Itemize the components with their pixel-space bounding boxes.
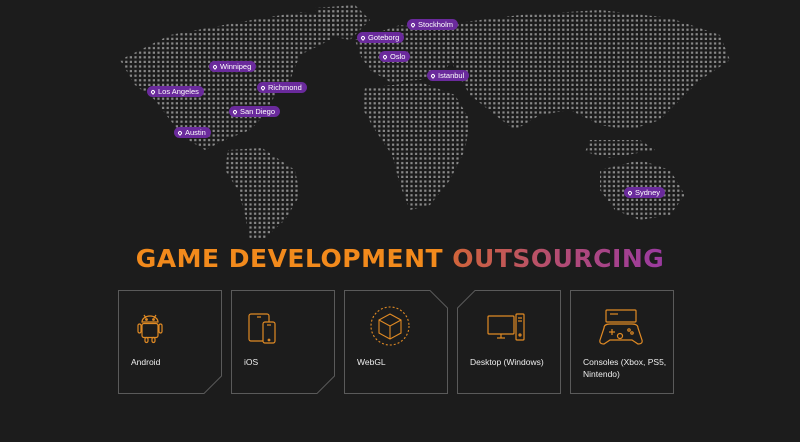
location-label: Sydney <box>635 188 661 197</box>
map-pin-icon <box>360 34 366 41</box>
console-icon <box>596 306 643 346</box>
ios-devices-icon <box>243 308 283 348</box>
location-label: Winnipeg <box>220 62 252 71</box>
location-pin-richmond[interactable]: Richmond <box>257 82 307 93</box>
location-label: Los Angeles <box>158 87 199 96</box>
headline-part2: OUTSOURCING <box>452 244 665 273</box>
platform-label: Desktop (Windows) <box>470 357 544 367</box>
headline-part1: GAME DEVELOPMENT <box>135 244 453 273</box>
platform-card-consoles[interactable]: Consoles (Xbox, PS5, Nintendo) <box>570 290 674 394</box>
continent-south-america <box>225 148 300 240</box>
location-label: Richmond <box>268 83 302 92</box>
map-pin-icon <box>627 189 633 196</box>
location-label: San Diego <box>240 107 276 116</box>
platform-label: Consoles (Xbox, PS5, Nintendo) <box>583 357 667 379</box>
location-label: Oslo <box>390 52 406 61</box>
platform-card-desktop[interactable]: Desktop (Windows) <box>457 290 561 394</box>
location-pin-oslo[interactable]: Oslo <box>379 51 411 62</box>
platform-card-webgl[interactable]: WebGL <box>344 290 448 394</box>
map-pin-icon <box>430 72 436 79</box>
webgl-cube-icon <box>368 304 410 346</box>
platform-card-ios[interactable]: iOS <box>231 290 335 394</box>
location-label: Goteborg <box>368 33 400 42</box>
location-pin-istanbul[interactable]: Istanbul <box>427 70 470 81</box>
platform-label: Android <box>131 357 161 367</box>
map-pin-icon <box>212 63 218 70</box>
location-label: Stockholm <box>418 20 454 29</box>
page-headline: GAME DEVELOPMENT OUTSOURCING <box>0 244 800 273</box>
location-label: Istanbul <box>438 71 465 80</box>
map-pin-icon <box>177 129 183 136</box>
map-pin-icon <box>410 21 416 28</box>
continent-asia <box>440 10 730 130</box>
location-pin-winnipeg[interactable]: Winnipeg <box>209 61 257 72</box>
platform-card-android[interactable]: Android <box>118 290 222 394</box>
location-pin-stockholm[interactable]: Stockholm <box>407 19 459 30</box>
android-icon <box>130 308 170 348</box>
location-pin-los-angeles[interactable]: Los Angeles <box>147 86 204 97</box>
continent-north-america <box>120 12 340 150</box>
map-pin-icon <box>260 84 266 91</box>
map-pin-icon <box>232 108 238 115</box>
map-pin-icon <box>150 88 156 95</box>
location-pin-goteborg[interactable]: Goteborg <box>357 32 405 43</box>
location-label: Austin <box>185 128 206 137</box>
platform-label: iOS <box>244 357 259 367</box>
platform-label: WebGL <box>357 357 386 367</box>
location-pin-san-diego[interactable]: San Diego <box>229 106 281 117</box>
continent-africa <box>362 82 470 210</box>
location-pin-sydney[interactable]: Sydney <box>624 187 666 198</box>
continent-indonesia <box>585 140 655 158</box>
location-pin-austin[interactable]: Austin <box>174 127 211 138</box>
desktop-icon <box>485 308 525 348</box>
map-pin-icon <box>382 53 388 60</box>
